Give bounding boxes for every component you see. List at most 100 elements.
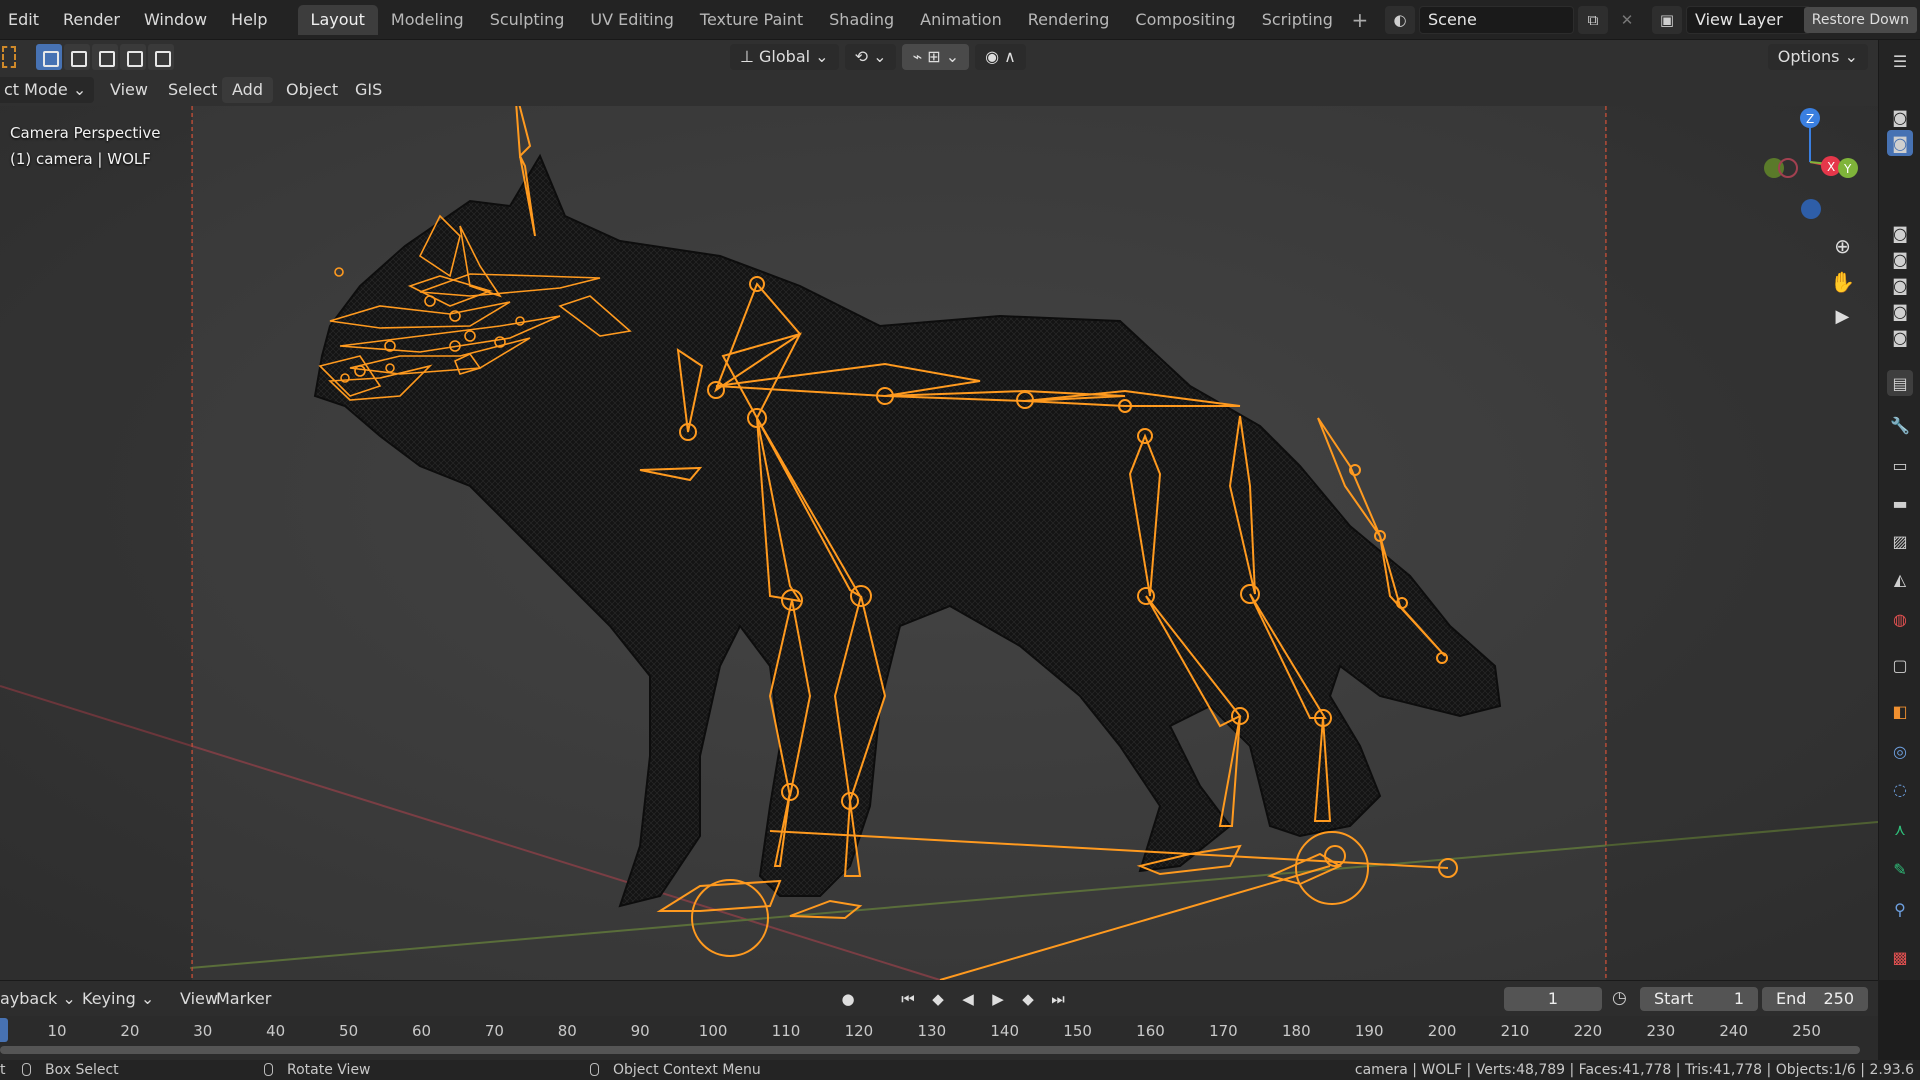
tab-layout[interactable]: Layout [297, 4, 378, 35]
menu-window[interactable]: Window [132, 0, 219, 40]
collection-properties-icon[interactable]: ▢ [1887, 652, 1913, 678]
tab-animation[interactable]: Animation [907, 5, 1015, 35]
select-new-icon[interactable] [36, 44, 62, 70]
select-intersect-icon[interactable] [148, 44, 174, 70]
menu-view[interactable]: View [100, 74, 158, 106]
options-label: Options [1777, 47, 1840, 66]
camera-visibility-icon[interactable]: ◙ [1887, 220, 1913, 246]
3d-viewport[interactable]: Camera Perspective (1) camera | WOLF ◉ ✦… [0, 106, 1878, 980]
properties-toggle-icon[interactable]: ▤ [1887, 370, 1913, 396]
output-properties-icon[interactable]: ▬ [1887, 490, 1913, 516]
cursor-tool-icon[interactable] [2, 46, 16, 68]
timeline-tick: 20 [120, 1022, 140, 1040]
modifier-properties-icon[interactable]: ◎ [1887, 738, 1913, 764]
timeline-ruler[interactable]: 10 20 30 40 50 60 70 80 90 100 110 120 130 140 150 160 1… [0, 1016, 1878, 1060]
physics-properties-icon[interactable]: ◌ [1887, 776, 1913, 802]
mode-dropdown[interactable]: ct Mode ⌄ [0, 77, 95, 103]
tab-texture-paint[interactable]: Texture Paint [687, 5, 816, 35]
timeline-tick: 140 [990, 1022, 1020, 1040]
menu-render[interactable]: Render [51, 0, 132, 40]
object-properties-icon[interactable]: ◧ [1887, 698, 1913, 724]
view-layer-field[interactable]: View Layer [1686, 6, 1811, 34]
end-label: End [1776, 989, 1807, 1008]
tab-modeling[interactable]: Modeling [378, 5, 477, 35]
menu-edit[interactable]: Edit [0, 0, 51, 40]
scene-name-field[interactable]: Scene [1419, 6, 1574, 34]
view-perspective-label: Camera Perspective [10, 124, 161, 142]
timeline-tick: 10 [47, 1022, 67, 1040]
camera-visibility-icon[interactable]: ◙ [1887, 298, 1913, 324]
orientation-dropdown[interactable]: ⊥ Global ⌄ [730, 44, 839, 70]
jump-end-icon[interactable]: ⏭ [1046, 988, 1070, 1010]
timeline-tick: 60 [411, 1022, 432, 1040]
menu-object[interactable]: Object [276, 74, 348, 106]
current-frame-field[interactable]: 1 [1504, 987, 1602, 1011]
select-invert-icon[interactable] [120, 44, 146, 70]
navigation-gizmo[interactable]: Z X Y [1750, 106, 1860, 226]
object-data-properties-icon[interactable]: ⋏ [1887, 816, 1913, 842]
scene-selector: ◐ Scene ⧉ ✕ ▣ View Layer [1385, 6, 1811, 34]
proportional-edit-toggle[interactable]: ◉ ∧ [975, 44, 1026, 70]
scene-icon[interactable]: ◐ [1385, 6, 1415, 34]
options-dropdown[interactable]: Options ⌄ [1767, 44, 1868, 70]
start-frame-field[interactable]: Start 1 [1640, 987, 1758, 1011]
play-icon[interactable]: ▶ [986, 988, 1010, 1010]
tab-rendering[interactable]: Rendering [1015, 5, 1123, 35]
camera-visibility-icon[interactable]: ◙ [1887, 324, 1913, 350]
select-extend-icon[interactable] [64, 44, 90, 70]
timeline-tick: 230 [1646, 1022, 1676, 1040]
record-icon[interactable]: ● [836, 988, 860, 1010]
status-fragment: t [0, 1062, 6, 1078]
menu-marker[interactable]: Marker [206, 981, 281, 1017]
timeline-tick: 110 [771, 1022, 801, 1040]
menu-add[interactable]: Add [222, 77, 273, 103]
camera-visibility-icon[interactable]: ◙ [1887, 104, 1913, 130]
camera-visibility-active-icon[interactable]: ◙ [1887, 130, 1913, 156]
zoom-icon[interactable]: ⊕ [1834, 234, 1851, 258]
play-reverse-icon[interactable]: ◀ [956, 988, 980, 1010]
tab-scripting[interactable]: Scripting [1249, 5, 1346, 35]
status-rotate-view: Rotate View [264, 1060, 371, 1080]
stopwatch-icon[interactable]: ◷ [1612, 988, 1627, 1008]
camera-visibility-icon[interactable]: ◙ [1887, 272, 1913, 298]
menu-select[interactable]: Select [158, 74, 227, 106]
jump-start-icon[interactable]: ⏮ [896, 988, 920, 1010]
world-properties-icon[interactable]: ◍ [1887, 606, 1913, 632]
snap-toggle[interactable]: ⌁ ⊞ ⌄ [902, 44, 970, 70]
restore-down-button[interactable]: Restore Down [1803, 7, 1917, 33]
end-frame-field[interactable]: End 250 [1762, 987, 1868, 1011]
tab-compositing[interactable]: Compositing [1122, 5, 1248, 35]
bone-properties-icon[interactable]: ✎ [1887, 856, 1913, 882]
constraint-properties-icon[interactable]: ⚲ [1887, 896, 1913, 922]
timeline-scrollbar[interactable] [0, 1046, 1860, 1054]
start-value: 1 [1733, 989, 1744, 1008]
pivot-point-dropdown[interactable]: ⟲ ⌄ [844, 44, 897, 70]
select-subtract-icon[interactable] [92, 44, 118, 70]
tab-uv-editing[interactable]: UV Editing [577, 5, 686, 35]
timeline-tick: 150 [1063, 1022, 1092, 1040]
add-workspace-icon[interactable]: + [1346, 8, 1374, 32]
menu-help[interactable]: Help [219, 0, 279, 40]
view-layer-icon[interactable]: ▣ [1652, 6, 1682, 34]
next-keyframe-icon[interactable]: ◆ [1016, 988, 1040, 1010]
texture-properties-icon[interactable]: ▩ [1887, 944, 1913, 970]
outliner-toggle-icon[interactable]: ☰ [1887, 48, 1913, 74]
playhead[interactable] [0, 1018, 8, 1042]
render-properties-icon[interactable]: ▭ [1887, 452, 1913, 478]
prev-keyframe-icon[interactable]: ◆ [926, 988, 950, 1010]
menu-keying[interactable]: Keying ⌄ [72, 981, 164, 1017]
scene-properties-icon[interactable]: ◭ [1887, 566, 1913, 592]
close-icon[interactable]: ✕ [1612, 6, 1642, 34]
camera-view-icon[interactable]: ▶ [1836, 306, 1850, 327]
timeline-tick: 50 [339, 1022, 359, 1040]
tool-settings-icon[interactable]: 🔧 [1887, 412, 1913, 438]
mouse-left-icon [22, 1063, 31, 1076]
tab-shading[interactable]: Shading [816, 5, 907, 35]
menu-gis[interactable]: GIS [345, 74, 392, 106]
pan-hand-icon[interactable]: ✋ [1830, 270, 1855, 294]
new-scene-icon[interactable]: ⧉ [1578, 6, 1608, 34]
view-layer-properties-icon[interactable]: ▨ [1887, 528, 1913, 554]
tab-sculpting[interactable]: Sculpting [477, 5, 578, 35]
camera-visibility-icon[interactable]: ◙ [1887, 246, 1913, 272]
keying-label: Keying [82, 989, 136, 1008]
